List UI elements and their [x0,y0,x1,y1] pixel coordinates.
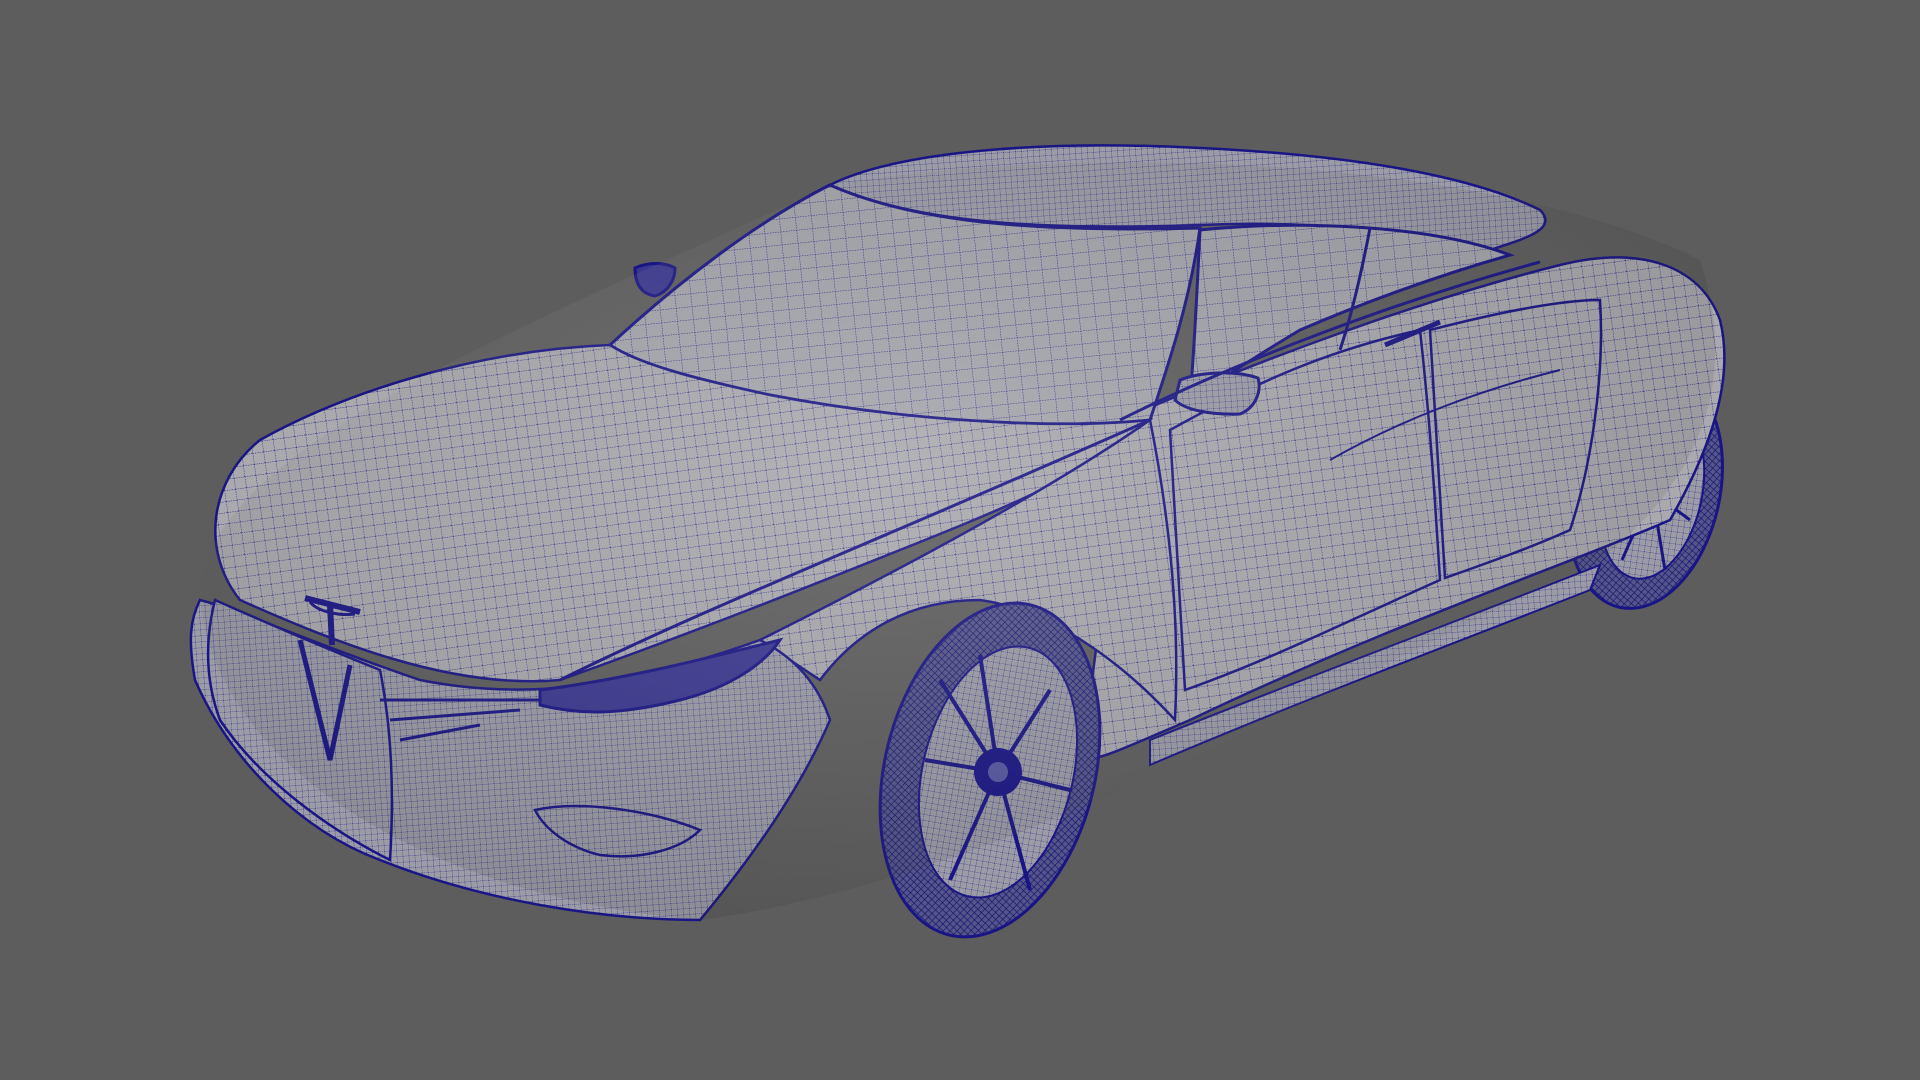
body-shading [200,162,1716,920]
car-wireframe-model[interactable] [0,0,1920,1080]
3d-viewport[interactable] [0,0,1920,1080]
